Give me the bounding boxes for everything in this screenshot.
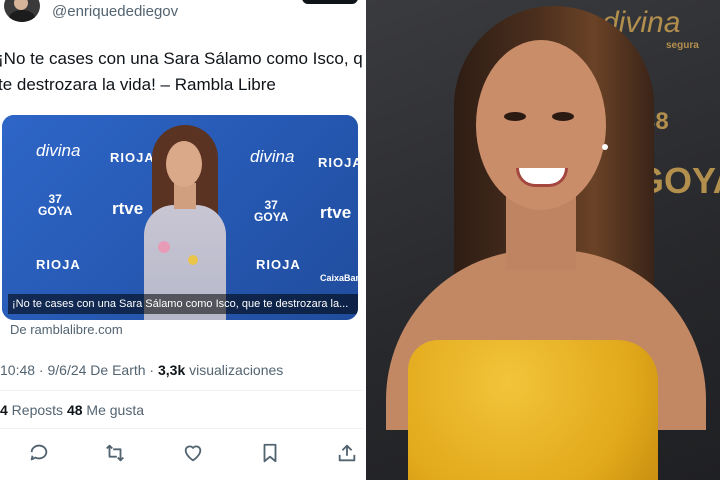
goya-text: GOYA [38, 204, 73, 218]
reposts-label[interactable]: Reposts [8, 402, 67, 418]
backdrop-logo-rioja: RIOJA [36, 257, 81, 272]
retweet-icon[interactable] [104, 442, 126, 464]
goya-text: GOYA [254, 210, 289, 224]
likes-count[interactable]: 48 [67, 402, 83, 418]
like-icon[interactable] [182, 442, 204, 464]
reply-icon[interactable] [28, 442, 50, 464]
divider [0, 428, 363, 429]
bookmark-icon[interactable] [259, 442, 281, 464]
backdrop-logo-divina: divina [36, 141, 81, 160]
avatar[interactable] [4, 0, 40, 22]
earring [602, 144, 608, 150]
portrait-photo: divina segura 38 GOYA [366, 0, 720, 480]
tweet-text: ¡No te cases con una Sara Sálamo como Is… [0, 46, 363, 98]
divider [0, 390, 363, 391]
card-caption: ¡No te cases con una Sara Sálamo como Is… [8, 294, 358, 314]
action-bar [0, 438, 363, 466]
likes-label[interactable]: Me gusta [83, 402, 144, 418]
person-image [114, 125, 254, 320]
yellow-dress [408, 340, 658, 480]
backdrop-logo-divina: divina [250, 147, 295, 166]
views-label: visualizaciones [185, 362, 284, 378]
reposts-count[interactable]: 4 [0, 402, 8, 418]
tweet-text-line-2: te destrozara la vida! – Rambla Libre [0, 75, 276, 94]
backdrop-logo-goya: 37 GOYA [38, 193, 72, 217]
views-count: 3,3k [157, 362, 186, 378]
backdrop-logo-caixabank: CaixaBank [320, 273, 358, 283]
tweet-meta: 10:48 · 9/6/24 De Earth · 3,3k visualiza… [0, 362, 283, 378]
person-eye [504, 112, 526, 121]
tweet-text-line-1: ¡No te cases con una Sara Sálamo como Is… [0, 49, 363, 68]
tweet-panel: @enriquedediegov ¡No te cases con una Sa… [0, 0, 363, 480]
backdrop-logo-divina-sub: segura [666, 40, 699, 51]
backdrop-logo-rtve: rtve [320, 203, 352, 222]
tweet-stats: 4 Reposts 48 Me gusta [0, 402, 144, 418]
backdrop-logo-rioja: RIOJA [256, 257, 301, 272]
follow-button[interactable] [302, 0, 358, 4]
share-icon[interactable] [336, 442, 358, 464]
backdrop-logo-rioja: RIOJA [318, 155, 358, 170]
user-handle[interactable]: @enriquedediegov [52, 3, 178, 20]
link-card-media[interactable]: divina RIOJA divina RIOJA 37 GOYA rtve 3… [2, 115, 358, 320]
tweet-timestamp[interactable]: 10:48 · 9/6/24 De Earth · [0, 362, 158, 378]
backdrop-logo-goya: 37 GOYA [254, 199, 288, 223]
card-source-link[interactable]: De ramblalibre.com [10, 322, 123, 337]
person-eye [552, 112, 574, 121]
